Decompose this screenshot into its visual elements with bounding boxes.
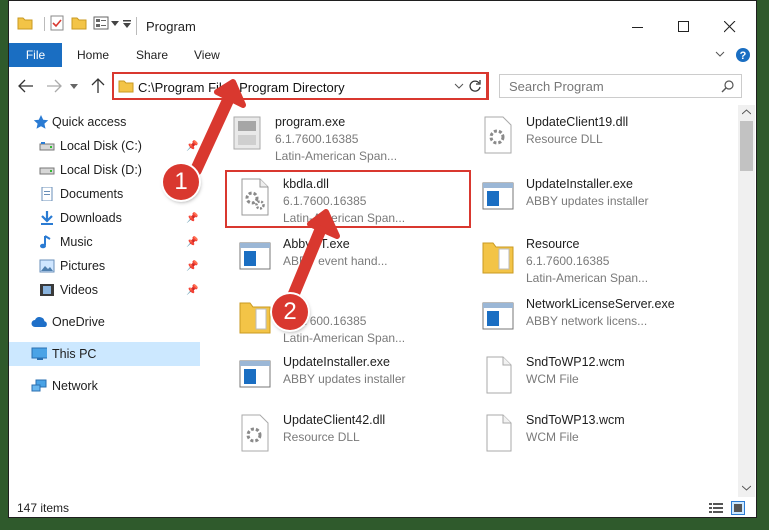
- arrow-to-address-icon: [190, 92, 235, 176]
- arrow-to-file-icon: [287, 220, 328, 302]
- annotation-arrows: [190, 79, 340, 302]
- callout-1: 1: [163, 164, 199, 200]
- callout-2: 2: [272, 294, 308, 330]
